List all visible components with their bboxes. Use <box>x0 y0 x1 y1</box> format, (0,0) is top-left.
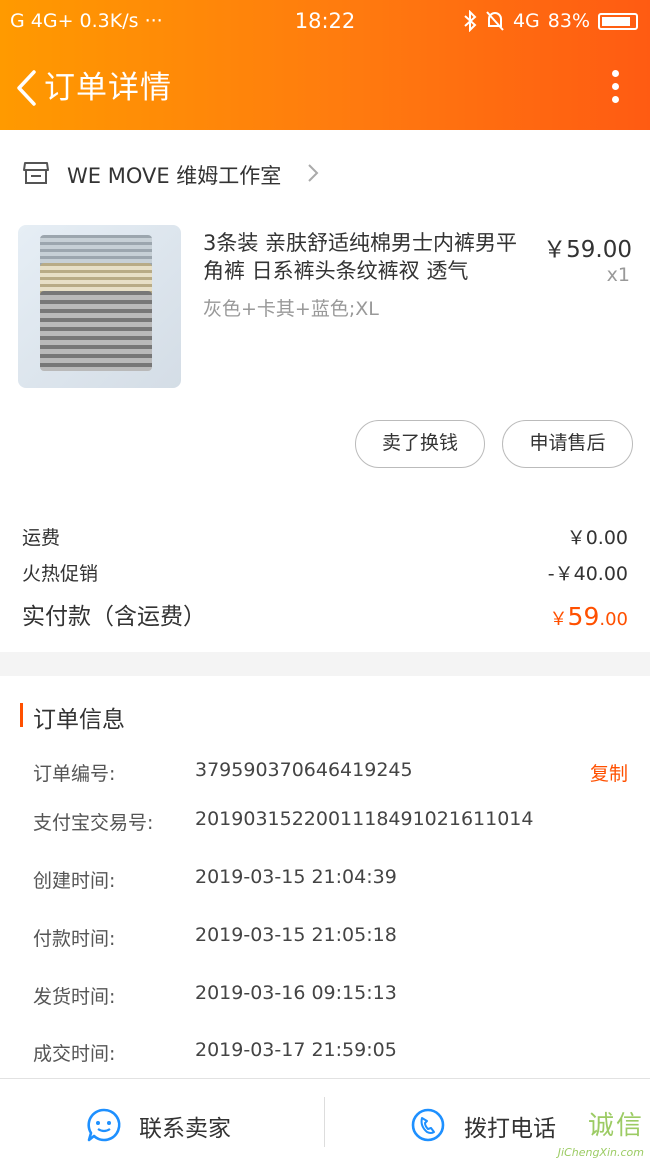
section-divider <box>0 652 650 676</box>
watermark-text: 诚信 <box>587 1111 644 1141</box>
status-bar: G 4G+ 0.3K/s ··· 18:22 4G 83% <box>0 0 650 44</box>
shop-link[interactable]: WE MOVE 维姆工作室 <box>0 152 650 198</box>
info-value: 2019-03-15 21:04:39 <box>195 866 397 888</box>
promotion-label: 火热促销 <box>22 563 99 585</box>
info-key: 成交时间: <box>33 1043 116 1065</box>
info-value: 2019-03-16 09:15:13 <box>195 982 397 1004</box>
watermark-url: JiChengXin.com <box>557 1146 644 1159</box>
copy-order-number-button[interactable]: 复制 <box>590 759 628 786</box>
completed-time-row: 成交时间: 2019-03-17 21:59:05 <box>33 1039 628 1069</box>
sell-for-cash-button[interactable]: 卖了换钱 <box>355 420 485 468</box>
store-icon <box>23 162 49 184</box>
info-value: 2019031522001118491021611014 <box>195 808 534 830</box>
bottom-action-bar: 联系卖家 拨打电话 诚信 JiChengXin.com <box>0 1078 650 1163</box>
total-paid-value: ￥59.00 <box>550 602 628 631</box>
chat-bubble-icon <box>87 1108 121 1142</box>
total-decimal: .00 <box>599 609 628 630</box>
battery-percent: 83% <box>547 10 590 32</box>
back-arrow-icon[interactable] <box>12 66 46 110</box>
info-key: 订单编号: <box>33 763 116 785</box>
product-sku: 灰色+卡其+蓝色;XL <box>203 298 379 320</box>
info-value: 379590370646419245 <box>195 759 413 781</box>
order-number-row: 订单编号: 379590370646419245 复制 <box>33 759 628 789</box>
created-time-row: 创建时间: 2019-03-15 21:04:39 <box>33 866 628 896</box>
mute-bell-icon <box>486 11 504 31</box>
promotion-row: 火热促销 -￥40.00 <box>22 559 628 586</box>
info-value: 2019-03-17 21:59:05 <box>195 1039 397 1061</box>
info-key: 支付宝交易号: <box>33 812 154 834</box>
currency-symbol: ￥ <box>549 609 568 630</box>
chevron-right-icon <box>308 164 319 182</box>
promotion-value: -￥40.00 <box>547 563 628 585</box>
bluetooth-icon <box>464 10 477 32</box>
contact-seller-label: 联系卖家 <box>139 1116 231 1142</box>
shipping-label: 运费 <box>22 527 61 549</box>
after-sale-button[interactable]: 申请售后 <box>502 420 633 468</box>
info-key: 创建时间: <box>33 870 116 892</box>
page-title: 订单详情 <box>44 70 172 106</box>
order-info-title: 订单信息 <box>33 707 125 733</box>
section-accent-bar <box>20 703 23 727</box>
shipped-time-row: 发货时间: 2019-03-16 09:15:13 <box>33 982 628 1012</box>
paid-time-row: 付款时间: 2019-03-15 21:05:18 <box>33 924 628 954</box>
product-price: ￥59.00 <box>543 237 632 263</box>
info-key: 发货时间: <box>33 986 116 1008</box>
product-title[interactable]: 3条装 亲肤舒适纯棉男士内裤男平角裤 日系裤头条纹裤衩 透气 <box>203 229 533 285</box>
app-header: G 4G+ 0.3K/s ··· 18:22 4G 83% 订单详情 <box>0 0 650 130</box>
status-right: 4G 83% <box>463 10 638 32</box>
nav-bar: 订单详情 <box>0 44 650 130</box>
info-value: 2019-03-15 21:05:18 <box>195 924 397 946</box>
total-paid-label: 实付款（含运费） <box>22 604 206 630</box>
alipay-trade-row: 支付宝交易号: 2019031522001118491021611014 <box>33 808 628 838</box>
info-key: 付款时间: <box>33 928 116 950</box>
contact-seller-button[interactable]: 联系卖家 <box>0 1079 325 1163</box>
site-watermark: 诚信 JiChengXin.com <box>530 1105 644 1159</box>
network-type: 4G <box>512 10 540 32</box>
shipping-fee-row: 运费 ￥0.00 <box>22 523 628 550</box>
total-integer: 59 <box>567 602 600 631</box>
shipping-value: ￥0.00 <box>566 527 628 549</box>
shop-name: WE MOVE 维姆工作室 <box>67 164 282 188</box>
product-image-stripe <box>40 291 152 371</box>
product-quantity: x1 <box>606 264 630 286</box>
product-thumbnail[interactable] <box>18 225 181 388</box>
total-paid-row: 实付款（含运费） ￥59.00 <box>22 597 628 631</box>
phone-icon <box>411 1108 445 1142</box>
more-menu-icon[interactable] <box>610 70 620 104</box>
battery-icon <box>598 12 638 30</box>
